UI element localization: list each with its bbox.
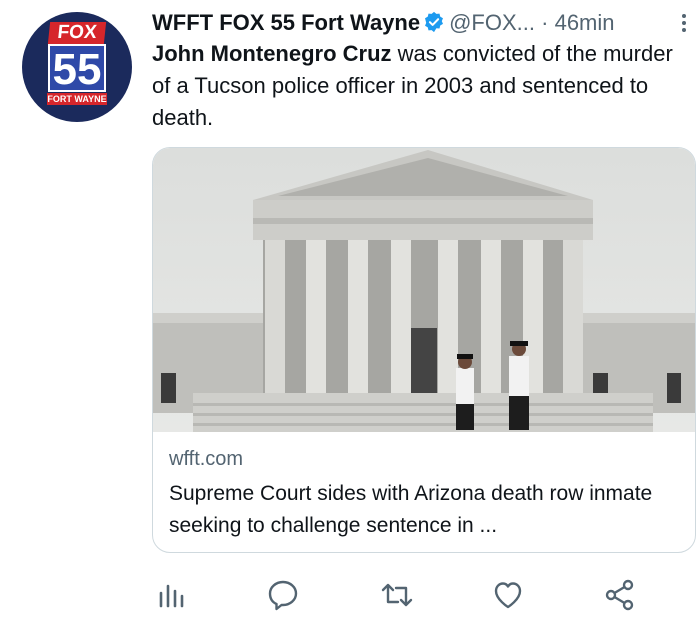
link-card[interactable]: wfft.com Supreme Court sides with Arizon… — [152, 147, 696, 553]
tweet-bold-name: John Montenegro Cruz — [152, 41, 392, 66]
like-icon[interactable] — [488, 575, 528, 615]
fox-logo-text: FOX — [47, 22, 107, 44]
channel-number: 55 — [48, 44, 106, 94]
tweet-actions — [150, 575, 650, 615]
retweet-icon[interactable] — [377, 575, 417, 615]
analytics-icon[interactable] — [152, 575, 192, 615]
card-domain: wfft.com — [169, 448, 244, 470]
handle[interactable]: @FOX... — [449, 10, 535, 35]
card-headline: Supreme Court sides with Arizona death r… — [169, 482, 653, 537]
share-icon[interactable] — [600, 575, 640, 615]
timestamp[interactable]: 46min — [555, 10, 615, 35]
more-options-icon[interactable] — [672, 6, 696, 40]
reply-icon[interactable] — [263, 575, 303, 615]
city-label: FORT WAYNE — [47, 93, 107, 105]
tweet-text: John Montenegro Cruz was convicted of th… — [152, 38, 682, 134]
display-name[interactable]: WFFT FOX 55 Fort Wayne — [152, 10, 420, 35]
separator-dot: · — [541, 10, 549, 35]
avatar[interactable]: FOX 55 FORT WAYNE — [22, 12, 132, 122]
supreme-court-photo — [153, 148, 695, 432]
tweet-header: WFFT FOX 55 Fort Wayne @FOX... · 46min — [152, 6, 682, 40]
